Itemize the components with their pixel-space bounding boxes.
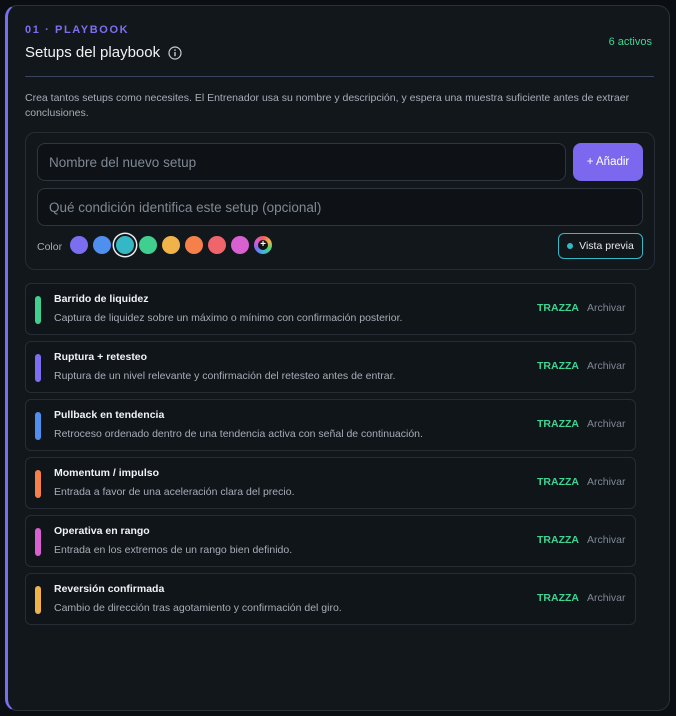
setup-row: Barrido de liquidez Captura de liquidez s… <box>25 283 636 335</box>
trace-button[interactable]: TRAZZA <box>537 534 579 546</box>
setup-list: Barrido de liquidez Captura de liquidez s… <box>25 283 636 631</box>
setup-description: Entrada en los extremos de un rango bien… <box>54 544 293 556</box>
trace-button[interactable]: TRAZZA <box>537 592 579 604</box>
playbook-panel: 01 · PLAYBOOK Setups del playbook 6 acti… <box>5 5 670 711</box>
color-swatch[interactable] <box>185 236 203 254</box>
setup-description: Ruptura de un nivel relevante y confirma… <box>54 370 396 382</box>
color-swatch[interactable] <box>70 236 88 254</box>
section-description: Crea tantos setups como necesites. El En… <box>25 92 630 119</box>
setup-row: Operativa en rango Entrada en los extremo… <box>25 515 636 567</box>
setup-condition-input[interactable]: Qué condición identifica este setup (opc… <box>37 188 643 226</box>
color-swatch[interactable] <box>139 236 157 254</box>
plus-icon: + <box>258 240 268 250</box>
setup-description: Cambio de dirección tras agotamiento y c… <box>54 602 342 614</box>
preview-button[interactable]: Vista previa <box>558 233 643 259</box>
custom-color-button[interactable]: + <box>254 236 272 254</box>
color-swatch[interactable] <box>93 236 111 254</box>
preview-label: Vista previa <box>579 240 634 252</box>
setup-name: Ruptura + retesteo <box>54 351 148 363</box>
trace-button[interactable]: TRAZZA <box>537 302 579 314</box>
page-title: Setups del playbook <box>25 44 182 61</box>
add-setup-button[interactable]: + Añadir <box>573 143 643 181</box>
setup-row: Momentum / impulso Entrada a favor de una… <box>25 457 636 509</box>
setup-color-bar <box>35 586 41 614</box>
setup-row: Pullback en tendencia Retroceso ordenado … <box>25 399 636 451</box>
archive-button[interactable]: Archivar <box>587 302 626 314</box>
setup-color-bar <box>35 412 41 440</box>
setup-name-input[interactable]: Nombre del nuevo setup <box>37 143 566 181</box>
archive-button[interactable]: Archivar <box>587 360 626 372</box>
setup-color-bar <box>35 296 41 324</box>
page-title-text: Setups del playbook <box>25 44 161 61</box>
new-setup-form: Nombre del nuevo setup + Añadir Qué cond… <box>25 132 655 270</box>
setup-description: Retroceso ordenado dentro de una tendenc… <box>54 428 423 440</box>
setup-color-bar <box>35 354 41 382</box>
trace-button[interactable]: TRAZZA <box>537 476 579 488</box>
section-eyebrow: 01 · PLAYBOOK <box>25 24 130 36</box>
color-swatch[interactable] <box>208 236 226 254</box>
trace-button[interactable]: TRAZZA <box>537 360 579 372</box>
setup-description: Entrada a favor de una aceleración clara… <box>54 486 295 498</box>
setup-name: Pullback en tendencia <box>54 409 165 421</box>
active-count: 6 activos <box>608 36 652 48</box>
color-label: Color <box>37 241 63 253</box>
preview-color-dot <box>567 243 574 249</box>
archive-button[interactable]: Archivar <box>587 476 626 488</box>
archive-button[interactable]: Archivar <box>587 534 626 546</box>
archive-button[interactable]: Archivar <box>587 418 626 430</box>
divider <box>25 76 654 77</box>
color-swatch[interactable] <box>116 236 134 254</box>
setup-name: Momentum / impulso <box>54 467 159 479</box>
setup-color-bar <box>35 528 41 556</box>
color-swatch[interactable] <box>162 236 180 254</box>
setup-row: Ruptura + retesteo Ruptura de un nivel re… <box>25 341 636 393</box>
setup-row: Reversión confirmada Cambio de dirección … <box>25 573 636 625</box>
color-swatch[interactable] <box>231 236 249 254</box>
trace-button[interactable]: TRAZZA <box>537 418 579 430</box>
archive-button[interactable]: Archivar <box>587 592 626 604</box>
setup-color-bar <box>35 470 41 498</box>
setup-name: Operativa en rango <box>54 525 150 537</box>
setup-name: Reversión confirmada <box>54 583 165 595</box>
setup-description: Captura de liquidez sobre un máximo o mí… <box>54 312 403 324</box>
setup-name: Barrido de liquidez <box>54 293 149 305</box>
info-icon[interactable] <box>168 45 182 60</box>
